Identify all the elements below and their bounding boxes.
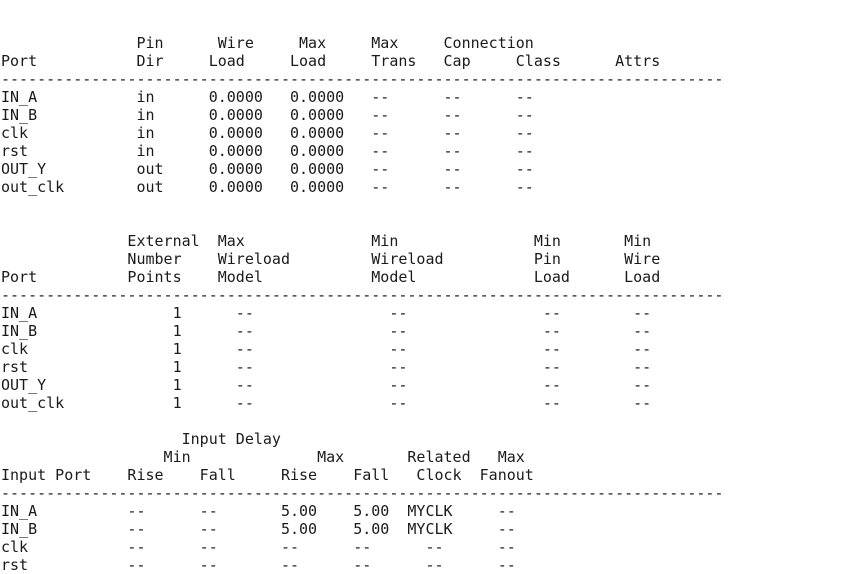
separator-line: ----------------------------------------…	[1, 484, 724, 502]
timing-report-text: Pin Wire Max Max Connection Port Dir Load…	[1, 34, 723, 574]
report-line: IN_B in 0.0000 0.0000 -- -- --	[1, 106, 534, 124]
report-line: Input Delay	[1, 430, 281, 448]
report-line: IN_A in 0.0000 0.0000 -- -- --	[1, 88, 534, 106]
report-line: clk -- -- -- -- -- --	[1, 538, 516, 556]
report-line: Pin Wire Max Max Connection	[1, 34, 534, 52]
report-line: out_clk 1 -- -- -- --	[1, 394, 652, 412]
report-line: Port Dir Load Load Trans Cap Class Attrs	[1, 52, 661, 70]
report-line: Port Points Model Model Load Load	[1, 268, 661, 286]
report-line: IN_B -- -- 5.00 5.00 MYCLK --	[1, 520, 516, 538]
report-line: OUT_Y out 0.0000 0.0000 -- -- --	[1, 160, 534, 178]
report-line: IN_A 1 -- -- -- --	[1, 304, 652, 322]
report-line: IN_A -- -- 5.00 5.00 MYCLK --	[1, 502, 516, 520]
report-line: External Max Min Min Min	[1, 232, 652, 250]
report-line: IN_B 1 -- -- -- --	[1, 322, 652, 340]
report-line: Input Port Rise Fall Rise Fall Clock Fan…	[1, 466, 534, 484]
report-line: Min Max Related Max	[1, 448, 525, 466]
report-line: clk in 0.0000 0.0000 -- -- --	[1, 124, 534, 142]
report-line: rst in 0.0000 0.0000 -- -- --	[1, 142, 534, 160]
separator-line: ----------------------------------------…	[1, 70, 724, 88]
report-line: rst 1 -- -- -- --	[1, 358, 652, 376]
report-line: OUT_Y 1 -- -- -- --	[1, 376, 652, 394]
report-line: Number Wireload Wireload Pin Wire	[1, 250, 661, 268]
report-line: clk 1 -- -- -- --	[1, 340, 652, 358]
report-line: rst -- -- -- -- -- --	[1, 556, 516, 574]
separator-line: ----------------------------------------…	[1, 286, 724, 304]
report-line: out_clk out 0.0000 0.0000 -- -- --	[1, 178, 534, 196]
